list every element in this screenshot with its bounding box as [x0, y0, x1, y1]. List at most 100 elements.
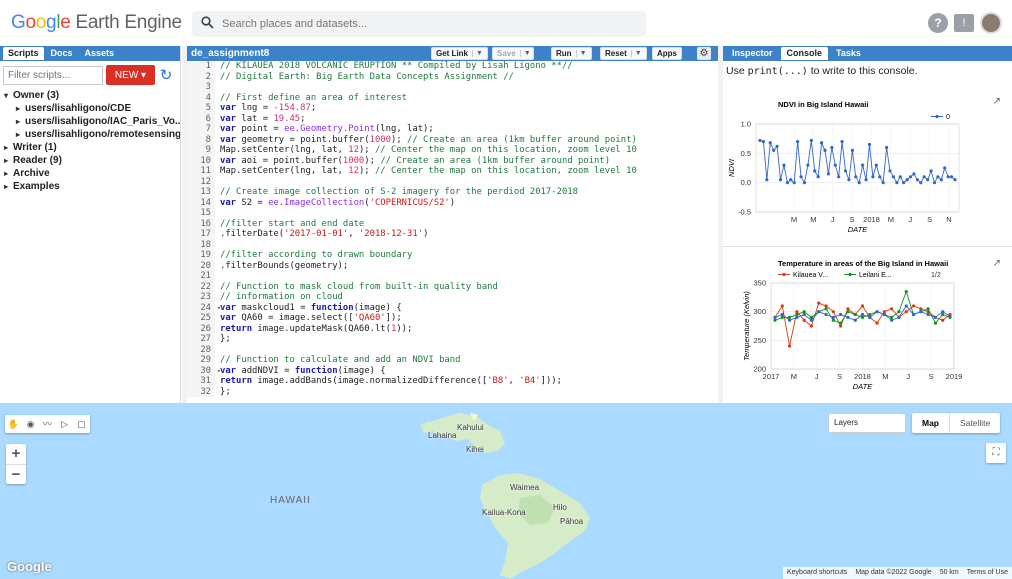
map-button[interactable]: Map [912, 413, 949, 433]
tree-node-remotesensing[interactable]: ▸ users/lisahligono/remotesensing [4, 128, 180, 141]
code-line[interactable]: 29 // Function to calculate and add an ND… [187, 355, 719, 366]
save-button[interactable]: Save ▼ [492, 47, 534, 60]
tab-tasks[interactable]: Tasks [830, 47, 867, 60]
code-line[interactable]: 28 [187, 344, 719, 355]
code-line[interactable]: 3 [187, 82, 719, 93]
code-line[interactable]: 5 var lng = -154.87; [187, 103, 719, 114]
filter-scripts-input[interactable] [3, 65, 103, 85]
open-in-new-icon[interactable]: ↗ [993, 96, 1001, 107]
run-button[interactable]: Run ▼ [551, 47, 592, 60]
satellite-button[interactable]: Satellite [949, 413, 1000, 433]
map-attribution: Keyboard shortcuts Map data ©2022 Google… [783, 567, 1012, 579]
fullscreen-icon[interactable]: ⛶ [986, 443, 1006, 463]
data-point [890, 318, 894, 322]
tab-console[interactable]: Console [780, 47, 829, 60]
avatar[interactable] [980, 12, 1002, 34]
tab-scripts[interactable]: Scripts [3, 47, 44, 60]
code-line[interactable]: 13 // Create image collection of S-2 imag… [187, 187, 719, 198]
code-line[interactable]: 1 // KILAUEA 2018 VOLCANIC ERUPTION ** Co… [187, 61, 719, 72]
chevron-down-icon[interactable]: ▼ [472, 50, 483, 57]
logo-google-text: Google [11, 12, 71, 33]
open-in-new-icon[interactable]: ↗ [993, 258, 1001, 269]
code-text: .filterBounds(geometry); [220, 260, 349, 271]
code-line[interactable]: 24var maskcloud1 = function(image) { [187, 302, 719, 313]
marker-icon[interactable]: ◉ [22, 415, 39, 433]
refresh-icon[interactable]: ↻ [158, 66, 174, 84]
code-line[interactable]: 22 // Function to mask cloud from built-i… [187, 281, 719, 292]
search-bar[interactable] [192, 11, 646, 37]
code-line[interactable]: 17 .filterDate('2017-01-01', '2018-12-31'… [187, 229, 719, 240]
data-point [904, 290, 908, 294]
code-line[interactable]: 26 return image.updateMask(QA60.lt(1)); [187, 323, 719, 334]
collapsed-caret-icon: ▸ [16, 117, 21, 126]
code-line[interactable]: 11 Map.setCenter(lng, lat, 12); // Center… [187, 166, 719, 177]
apps-button[interactable]: Apps [652, 47, 682, 60]
code-line[interactable]: 2 // Digital Earth: Big Earth Data Concep… [187, 71, 719, 82]
tree-node-archive[interactable]: ▸ Archive [4, 167, 180, 180]
code-line[interactable]: 25 var QA60 = image.select(['QA60']); [187, 313, 719, 324]
code-line[interactable]: 18 [187, 239, 719, 250]
terms-link[interactable]: Terms of Use [963, 567, 1012, 579]
code-line[interactable]: 8 var geometry = point.buffer(1000); // C… [187, 134, 719, 145]
tree-node-reader[interactable]: ▸ Reader (9) [4, 154, 180, 167]
help-icon[interactable]: ? [928, 13, 948, 33]
code-line[interactable]: 7 var point = ee.Geometry.Point(lng, lat)… [187, 124, 719, 135]
tab-inspector[interactable]: Inspector [726, 47, 779, 60]
zoom-in-button[interactable]: + [6, 444, 26, 464]
code-line[interactable]: 16 //filter start and end date [187, 218, 719, 229]
rectangle-icon[interactable]: ▢ [73, 415, 90, 433]
scale-text[interactable]: 50 km [936, 567, 963, 579]
code-line[interactable]: 23 // information on cloud [187, 292, 719, 303]
data-point [949, 175, 954, 179]
earth-engine-logo[interactable]: Google Earth Engine [11, 12, 182, 34]
new-script-button[interactable]: NEW ▾ [106, 65, 155, 85]
tree-node-writer[interactable]: ▸ Writer (1) [4, 141, 180, 154]
zoom-out-button[interactable]: − [6, 464, 26, 484]
code-line[interactable]: 30var addNDVI = function(image) { [187, 365, 719, 376]
line-icon[interactable]: 〰 [39, 415, 56, 433]
y-tick-label: -0.5 [738, 208, 751, 217]
code-line[interactable]: 31 return image.addBands(image.normalized… [187, 376, 719, 387]
get-link-button[interactable]: Get Link ▼ [431, 47, 488, 60]
search-input[interactable] [222, 18, 622, 30]
code-line[interactable]: 14 var S2 = ee.ImageCollection('COPERNICU… [187, 197, 719, 208]
keyboard-shortcuts-link[interactable]: Keyboard shortcuts [783, 567, 851, 579]
tab-docs[interactable]: Docs [46, 47, 78, 60]
tree-node-owner[interactable]: ▾ Owner (3) [4, 89, 180, 102]
data-point [824, 307, 828, 311]
code-line[interactable]: 10 var aoi = point.buffer(1000); // Creat… [187, 155, 719, 166]
tab-assets[interactable]: Assets [80, 47, 120, 60]
code-line[interactable]: 12 [187, 176, 719, 187]
chevron-down-icon[interactable]: ▼ [519, 50, 531, 57]
hand-pan-icon[interactable]: ✋ [5, 415, 22, 433]
data-point [802, 310, 806, 314]
code-line[interactable]: 27}; [187, 334, 719, 345]
line-number: 31 [187, 376, 215, 387]
reset-button[interactable]: Reset ▼ [600, 47, 647, 60]
layers-dropdown[interactable]: Layers [828, 413, 906, 433]
tree-node-examples[interactable]: ▸ Examples [4, 180, 180, 193]
data-point [891, 175, 896, 179]
code-line[interactable]: 9 Map.setCenter(lng, lat, 12); // Center … [187, 145, 719, 156]
chevron-down-icon[interactable]: ▼ [575, 50, 587, 57]
feedback-icon[interactable]: ! [954, 14, 974, 32]
data-point [875, 321, 879, 325]
map-view[interactable]: ✋ ◉ 〰 ▷ ▢ + − Layers Map Satellite ⛶ HAW… [0, 403, 1012, 579]
code-line[interactable]: 15 [187, 208, 719, 219]
code-line[interactable]: 20 .filterBounds(geometry); [187, 260, 719, 271]
chevron-down-icon[interactable]: ▼ [630, 50, 642, 57]
code-line[interactable]: 6 var lat = 19.45; [187, 113, 719, 124]
data-point [897, 315, 901, 319]
code-line[interactable]: 19 //filter according to drawn boundary [187, 250, 719, 261]
data-point [868, 312, 872, 317]
data-point [795, 312, 799, 317]
gear-icon[interactable]: ⚙ [697, 47, 711, 60]
polygon-icon[interactable]: ▷ [56, 415, 73, 433]
code-line[interactable]: 32}; [187, 386, 719, 397]
code-line[interactable]: 4 // First define an area of interest [187, 92, 719, 103]
code-line[interactable]: 21 [187, 271, 719, 282]
data-point [919, 310, 923, 314]
code-area[interactable]: 1 // KILAUEA 2018 VOLCANIC ERUPTION ** Co… [187, 61, 719, 403]
tree-node-iac[interactable]: ▸ users/lisahligono/IAC_Paris_Vo... [4, 115, 180, 128]
tree-node-cde[interactable]: ▸ users/lisahligono/CDE [4, 102, 180, 115]
